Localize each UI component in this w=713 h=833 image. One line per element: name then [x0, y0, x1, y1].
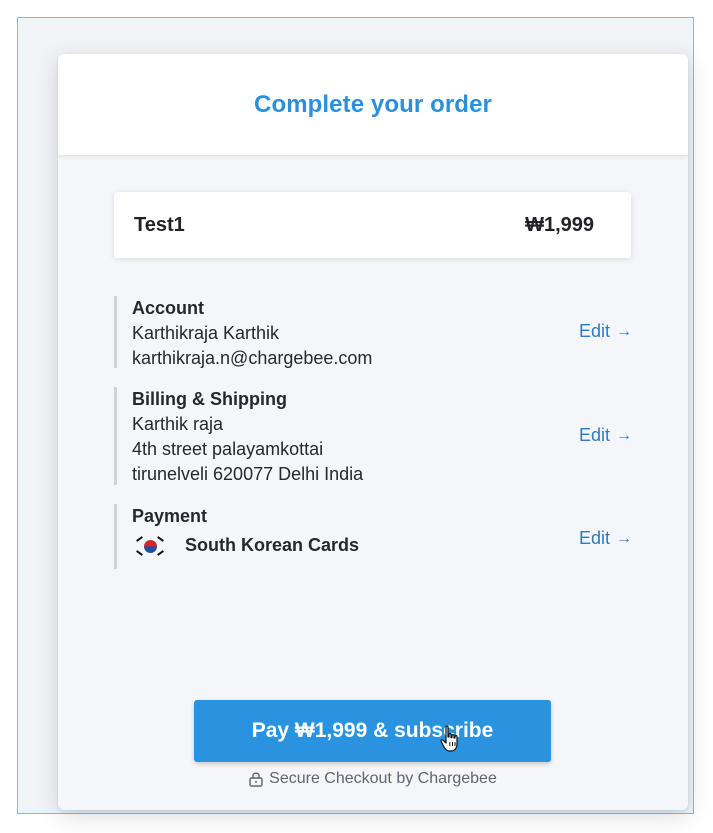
edit-account-label: Edit [578, 321, 610, 341]
secure-checkout-note: Secure Checkout by Chargebee [58, 770, 688, 788]
payment-method: South Korean Cards [132, 533, 634, 558]
arrow-right-icon: → [616, 427, 632, 444]
edit-account-link[interactable]: Edit → [579, 319, 632, 344]
arrow-right-icon: → [616, 530, 632, 547]
edit-billing-label: Edit [578, 425, 610, 445]
account-section: Account Karthikraja Karthik karthikraja.… [114, 296, 634, 368]
billing-section: Billing & Shipping Karthik raja 4th stre… [114, 387, 634, 485]
edit-payment-link[interactable]: Edit → [579, 526, 632, 551]
pay-subscribe-button[interactable]: Pay ₩1,999 & subscribe [194, 700, 551, 762]
window-frame: Complete your order Test1 ₩1,999 Account… [17, 17, 694, 814]
order-item: Test1 ₩1,999 [114, 192, 631, 258]
lock-icon [249, 772, 263, 787]
product-price: ₩1,999 [525, 213, 594, 236]
payment-title: Payment [132, 506, 208, 526]
billing-title: Billing & Shipping [132, 389, 287, 409]
page-title: Complete your order [254, 90, 492, 118]
product-name: Test1 [134, 213, 185, 236]
edit-billing-link[interactable]: Edit → [579, 423, 632, 448]
hand-cursor-icon [440, 725, 458, 752]
payment-section: Payment South Korean Cards Edit → [114, 504, 634, 569]
checkout-card: Complete your order Test1 ₩1,999 Account… [58, 54, 688, 810]
card-header: Complete your order [58, 54, 688, 156]
account-title: Account [132, 298, 204, 318]
billing-name: Karthik raja [132, 414, 224, 434]
account-email: karthikraja.n@chargebee.com [132, 348, 373, 368]
edit-payment-label: Edit [578, 528, 610, 548]
payment-method-name: South Korean Cards [185, 535, 360, 555]
account-name: Karthikraja Karthik [132, 323, 280, 343]
billing-address-line1: 4th street palayamkottai [132, 439, 324, 459]
billing-address-line2: tirunelveli 620077 Delhi India [132, 464, 364, 484]
secure-checkout-text: Secure Checkout by Chargebee [269, 770, 497, 787]
arrow-right-icon: → [616, 323, 632, 340]
south-korea-flag-icon [135, 535, 165, 557]
